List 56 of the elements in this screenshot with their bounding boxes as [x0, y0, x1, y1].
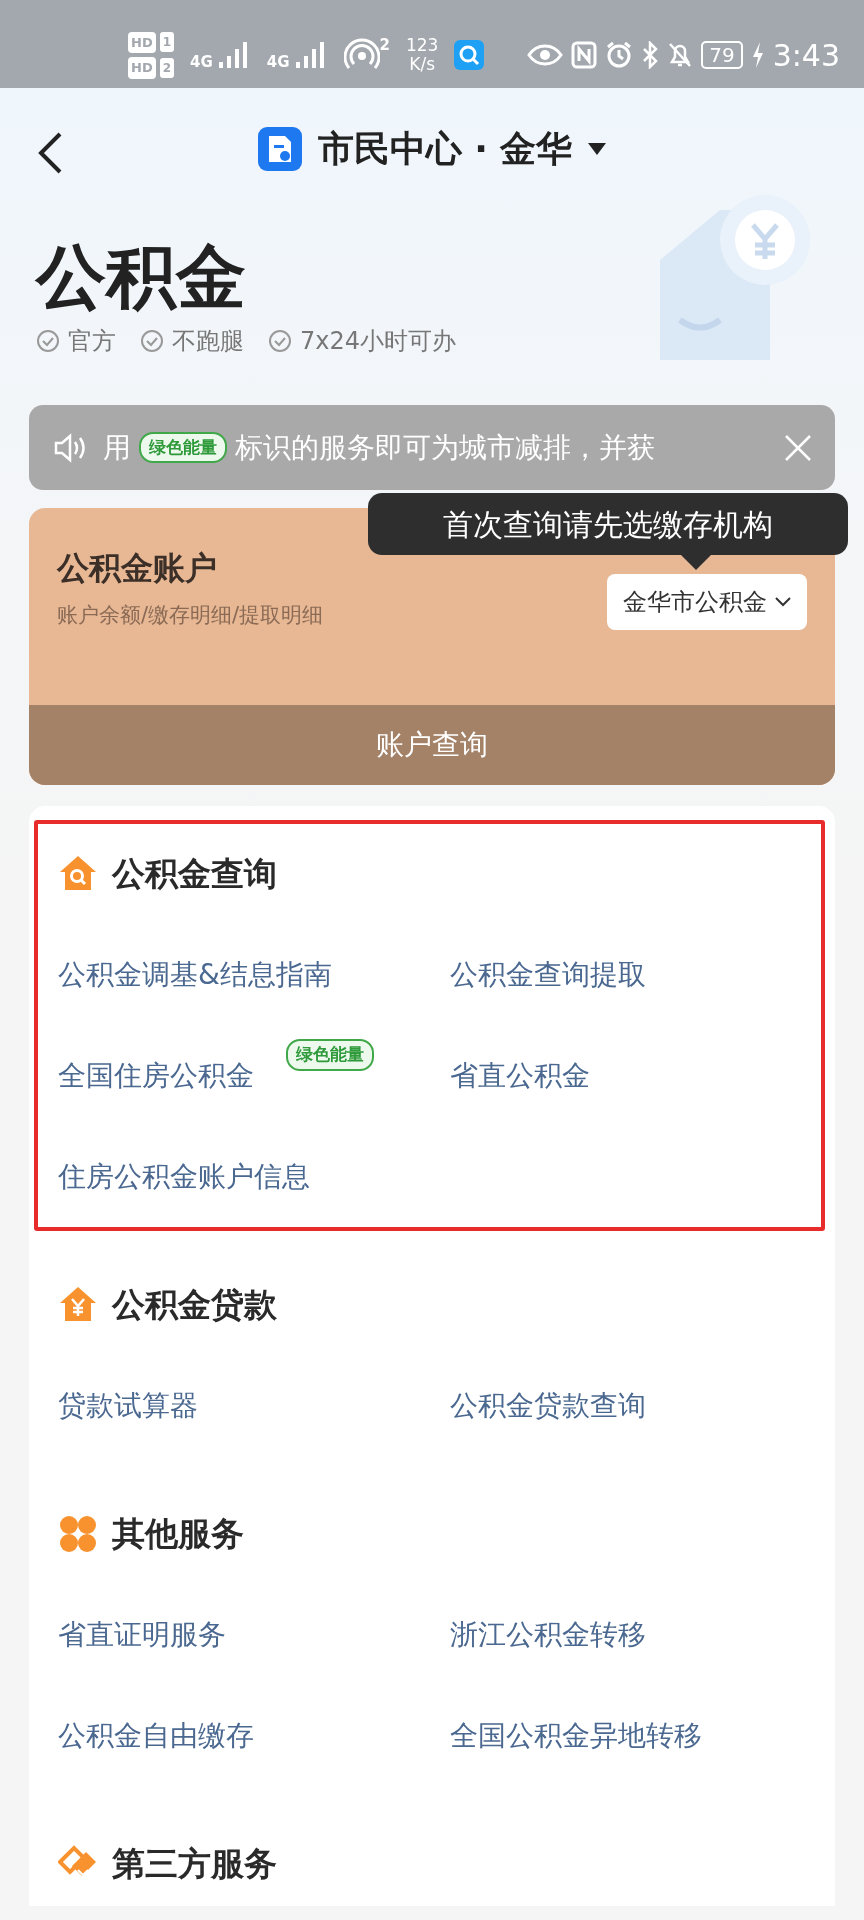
alarm-icon: [605, 41, 634, 69]
service-link[interactable]: 全国公积金异地转移: [450, 1714, 702, 1757]
city-title[interactable]: 市民中心 · 金华: [317, 122, 573, 176]
four-petal-icon: [58, 1514, 98, 1554]
section-title: 第三方服务: [112, 1843, 277, 1886]
institution-dropdown[interactable]: 金华市公积金: [607, 574, 807, 630]
feature-label: 官方: [68, 326, 116, 357]
energy-tag: 绿色能量: [139, 431, 227, 464]
nfc-icon: [571, 41, 598, 69]
sim-label: HD: [128, 57, 156, 79]
check-circle-icon: [36, 329, 60, 353]
service-link[interactable]: 公积金查询提取: [450, 953, 646, 996]
section-title: 公积金查询: [112, 853, 277, 896]
section-title: 其他服务: [112, 1513, 244, 1556]
query-button[interactable]: 账户查询: [29, 705, 835, 785]
network-type: 4G: [190, 55, 213, 70]
service-link[interactable]: 省直公积金: [450, 1054, 590, 1097]
speaker-icon: [53, 432, 87, 463]
check-circle-icon: [268, 329, 292, 353]
clock: 3:43: [772, 36, 840, 75]
notice-text: 标识的服务即可为城市减排，并获: [235, 429, 655, 466]
section-title: 公积金贷款: [112, 1284, 277, 1327]
card-title: 公积金账户: [57, 548, 218, 589]
app-logo-icon: [257, 127, 302, 171]
network-speed: 123: [405, 36, 439, 55]
dropdown-caret-icon: [588, 143, 607, 155]
check-circle-icon: [140, 329, 164, 353]
battery-level: 79: [701, 41, 743, 69]
sim-slot: 2: [159, 57, 175, 78]
service-link[interactable]: 公积金调基&结息指南: [58, 953, 332, 996]
chevron-down-icon: [775, 597, 791, 607]
service-link[interactable]: 全国住房公积金: [58, 1054, 254, 1097]
service-link[interactable]: 住房公积金账户信息: [58, 1155, 310, 1198]
service-link[interactable]: 省直证明服务: [58, 1613, 226, 1656]
feature-label: 不跑腿: [172, 326, 244, 357]
bluetooth-icon: [641, 41, 660, 69]
search-app-icon: [454, 40, 485, 70]
network-type: 4G: [266, 55, 290, 70]
service-link[interactable]: 浙江公积金转移: [450, 1613, 646, 1656]
charging-icon: [750, 41, 765, 69]
service-link[interactable]: 公积金贷款查询: [450, 1384, 646, 1427]
service-link[interactable]: 贷款试算器: [58, 1384, 198, 1427]
sim-slot: 1: [159, 32, 175, 53]
close-icon: [785, 434, 811, 461]
notice-text: 用: [103, 429, 131, 466]
bell-muted-icon: [667, 41, 694, 69]
hotspot-count: 2: [379, 38, 390, 53]
eye-icon: [527, 43, 564, 67]
service-link[interactable]: 公积金自由缴存: [58, 1714, 254, 1757]
sim-label: HD: [128, 31, 156, 53]
speed-unit: K/s: [408, 55, 437, 74]
card-subtitle: 账户余额/缴存明细/提取明细: [57, 602, 324, 629]
tooltip: 首次查询请先选缴存机构: [368, 493, 848, 555]
feature-label: 7x24小时可办: [300, 326, 456, 357]
energy-tag: 绿色能量: [286, 1039, 374, 1071]
page-title: 公积金: [36, 235, 247, 319]
